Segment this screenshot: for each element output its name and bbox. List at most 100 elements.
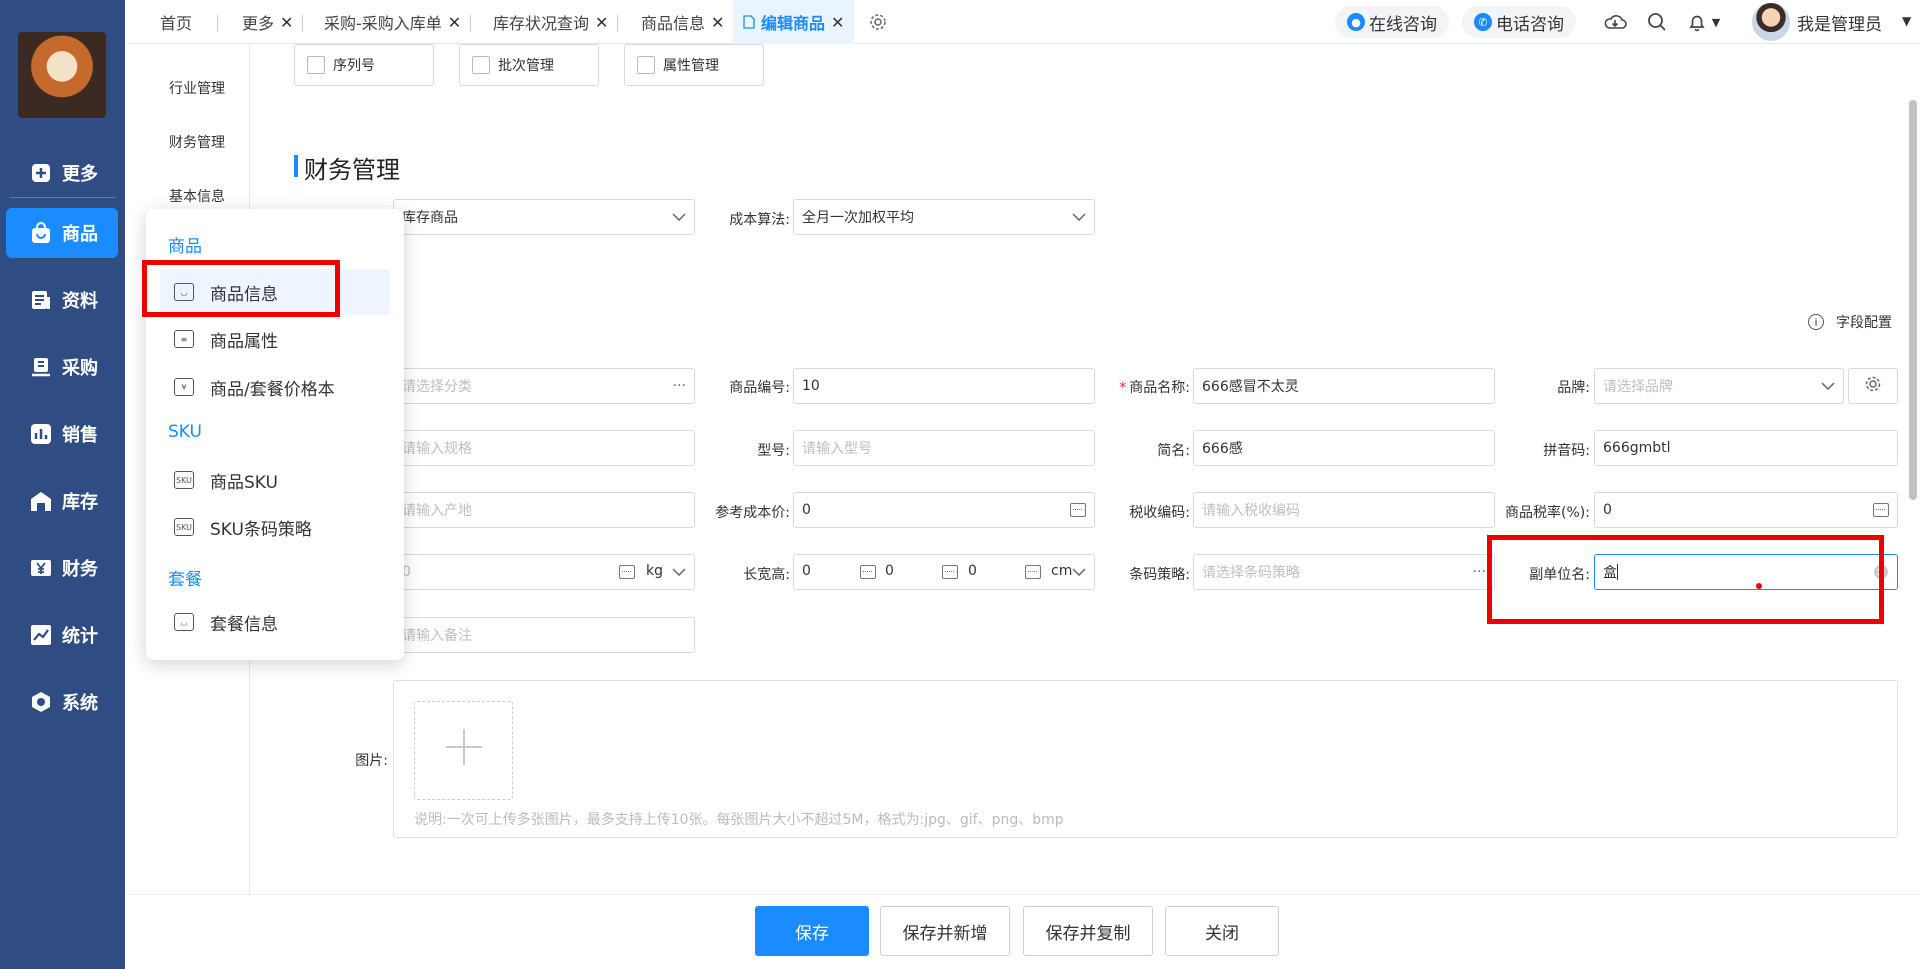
nav-sales[interactable]: 销售 bbox=[6, 409, 118, 459]
brand-select[interactable]: 请选择品牌 bbox=[1594, 368, 1844, 404]
field-config-link[interactable]: i 字段配置 bbox=[1808, 312, 1892, 332]
nav-goods[interactable]: 商品 bbox=[6, 208, 118, 258]
nav-statistics[interactable]: 统计 bbox=[6, 610, 118, 660]
close-icon[interactable]: ✕ bbox=[280, 13, 293, 32]
nav-inventory[interactable]: 库存 bbox=[6, 476, 118, 526]
menu-item-goods-sku[interactable]: SKU 商品SKU bbox=[160, 457, 390, 503]
main-sidebar: 更多 商品 资料 采购 销售 库存 财务 统计 系统 bbox=[0, 0, 125, 969]
goods-code-input[interactable]: 10 bbox=[793, 368, 1095, 404]
menu-item-combo-info[interactable]: ◡ 套餐信息 bbox=[160, 599, 390, 645]
calculator-icon[interactable] bbox=[1873, 493, 1889, 527]
chevron-down-icon[interactable] bbox=[672, 555, 686, 589]
bell-icon[interactable] bbox=[1685, 10, 1709, 34]
nav-system[interactable]: 系统 bbox=[6, 677, 118, 727]
image-upload-button[interactable] bbox=[414, 701, 513, 800]
pinyin-input[interactable]: 666gmbtl bbox=[1594, 430, 1898, 466]
checkbox-square[interactable] bbox=[307, 56, 325, 74]
chevron-down-icon[interactable] bbox=[1072, 555, 1086, 589]
tax-code-input[interactable]: 请输入税收编码 bbox=[1193, 492, 1495, 528]
tab-more[interactable]: 更多 ✕ bbox=[242, 0, 293, 44]
nav-finance[interactable]: 财务 bbox=[6, 543, 118, 593]
goods-code-label: 商品编号: bbox=[729, 380, 790, 396]
phone-consult-button[interactable]: ✆ 电话咨询 bbox=[1462, 6, 1576, 38]
remark-input[interactable]: 请输入备注 bbox=[393, 617, 695, 653]
brand-settings-button[interactable] bbox=[1848, 368, 1898, 404]
short-name-input[interactable]: 666感 bbox=[1193, 430, 1495, 466]
tab-settings-gear-icon[interactable] bbox=[866, 10, 890, 34]
input-value: 666感 bbox=[1202, 441, 1243, 457]
user-name[interactable]: 我是管理员 bbox=[1797, 10, 1882, 35]
barcode-strategy-picker[interactable]: 请选择条码策略 ··· bbox=[1193, 554, 1495, 590]
serial-number-checkbox[interactable]: 序列号 bbox=[294, 44, 434, 86]
category-picker[interactable]: 请选择分类 ··· bbox=[393, 368, 695, 404]
nav-purchase[interactable]: 采购 bbox=[6, 342, 118, 392]
online-consult-button[interactable]: ● 在线咨询 bbox=[1335, 6, 1449, 38]
checkbox-square[interactable] bbox=[637, 56, 655, 74]
calculator-icon[interactable] bbox=[860, 565, 876, 579]
tab-label: 商品信息 bbox=[641, 14, 706, 33]
height-value[interactable]: 0 bbox=[968, 563, 977, 579]
nav-label: 统计 bbox=[62, 626, 98, 647]
yen-icon bbox=[30, 557, 52, 579]
phone-consult-label: 电话咨询 bbox=[1496, 14, 1564, 35]
length-value[interactable]: 0 bbox=[802, 563, 811, 579]
user-menu-caret-icon[interactable]: ▼ bbox=[1902, 14, 1911, 28]
placeholder: 请输入备注 bbox=[402, 628, 472, 644]
subnav-basic-info[interactable]: 基本信息 bbox=[169, 186, 225, 206]
dimensions-input[interactable]: 0 0 0 cm bbox=[793, 554, 1095, 590]
close-icon[interactable]: ✕ bbox=[711, 13, 724, 32]
close-icon[interactable]: ✕ bbox=[595, 13, 608, 32]
origin-input[interactable]: 请输入产地 bbox=[393, 492, 695, 528]
tab-inventory-query[interactable]: 库存状况查询 ✕ bbox=[493, 0, 608, 44]
tax-rate-input[interactable]: 0 bbox=[1594, 492, 1898, 528]
attribute-management-checkbox[interactable]: 属性管理 bbox=[624, 44, 764, 86]
sidebar-divider bbox=[10, 197, 115, 198]
calculator-icon[interactable] bbox=[942, 565, 958, 579]
save-and-copy-button[interactable]: 保存并复制 bbox=[1023, 906, 1153, 956]
tab-edit-goods[interactable]: 编辑商品 ✕ bbox=[733, 0, 855, 44]
save-and-new-button[interactable]: 保存并新增 bbox=[880, 906, 1010, 956]
close-button[interactable]: 关闭 bbox=[1165, 906, 1279, 956]
placeholder: 请输入型号 bbox=[802, 441, 872, 457]
cost-algorithm-select[interactable]: 全月一次加权平均 bbox=[793, 199, 1095, 235]
file-icon bbox=[743, 15, 755, 29]
brand-label: 品牌: bbox=[1557, 380, 1590, 396]
nav-label: 库存 bbox=[62, 492, 98, 513]
user-avatar[interactable] bbox=[1752, 3, 1790, 41]
top-tab-bar: 首页 更多 ✕ 采购-采购入库单 ✕ 库存状况查询 ✕ 商品信息 ✕ 编辑商品 ✕ ● 在线… bbox=[125, 0, 1920, 44]
spec-input[interactable]: 请输入规格 bbox=[393, 430, 695, 466]
tab-goods-info[interactable]: 商品信息 ✕ bbox=[641, 0, 724, 44]
subnav-finance[interactable]: 财务管理 bbox=[169, 132, 225, 152]
vertical-scrollbar[interactable] bbox=[1909, 100, 1917, 500]
goods-name-input[interactable]: 666感冒不太灵 bbox=[1193, 368, 1495, 404]
calculator-icon[interactable] bbox=[1025, 565, 1041, 579]
goods-type-select[interactable]: 库存商品 bbox=[393, 199, 695, 235]
nav-more[interactable]: 更多 bbox=[6, 148, 118, 198]
close-icon[interactable]: ✕ bbox=[831, 13, 844, 32]
checkbox-square[interactable] bbox=[472, 56, 490, 74]
menu-item-sku-barcode[interactable]: SKU SKU条码策略 bbox=[160, 504, 390, 550]
tab-purchase-inbound[interactable]: 采购-采购入库单 ✕ bbox=[324, 0, 461, 44]
save-button[interactable]: 保存 bbox=[755, 906, 869, 956]
calculator-icon[interactable] bbox=[619, 565, 635, 579]
subnav-industry[interactable]: 行业管理 bbox=[169, 78, 225, 98]
width-value[interactable]: 0 bbox=[885, 563, 894, 579]
weight-input[interactable]: 0 kg bbox=[393, 554, 695, 590]
close-icon[interactable]: ✕ bbox=[448, 13, 461, 32]
nav-data[interactable]: 资料 bbox=[6, 275, 118, 325]
batch-management-checkbox[interactable]: 批次管理 bbox=[459, 44, 599, 86]
reference-cost-input[interactable]: 0 bbox=[793, 492, 1095, 528]
search-icon[interactable] bbox=[1645, 10, 1669, 34]
chevron-down-icon bbox=[1821, 369, 1835, 403]
tab-home[interactable]: 首页 bbox=[160, 0, 192, 44]
nav-label: 资料 bbox=[62, 291, 98, 312]
cloud-download-icon[interactable] bbox=[1603, 10, 1627, 34]
menu-item-goods-attribute[interactable]: ≡ 商品属性 bbox=[160, 316, 390, 362]
more-dots-icon[interactable]: ··· bbox=[673, 369, 686, 403]
calculator-icon[interactable] bbox=[1070, 493, 1086, 527]
menu-item-price-book[interactable]: ¥ 商品/套餐价格本 bbox=[160, 364, 390, 410]
more-dots-icon[interactable]: ··· bbox=[1473, 555, 1486, 589]
chevron-down-icon[interactable]: ▼ bbox=[1708, 10, 1724, 34]
menu-item-label: 套餐信息 bbox=[210, 614, 278, 635]
model-input[interactable]: 请输入型号 bbox=[793, 430, 1095, 466]
